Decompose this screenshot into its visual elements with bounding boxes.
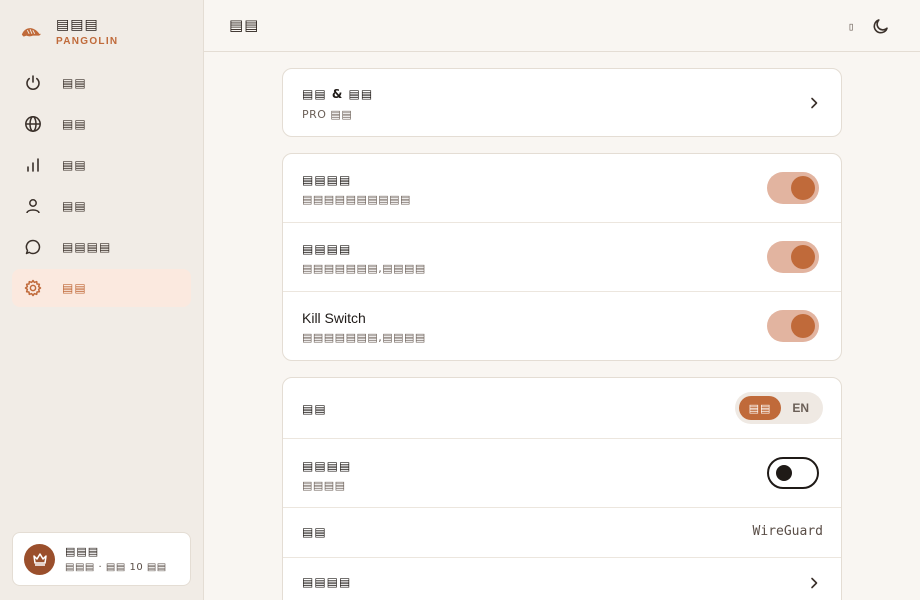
account-title: ▤▤ & ▤▤ (302, 87, 374, 101)
sidebar-item-account[interactable]: ▤▤ (12, 187, 191, 225)
language-option-en[interactable]: EN (792, 396, 809, 420)
sidebar-item-label: ▤▤▤▤ (62, 240, 112, 254)
toggle-knob (791, 176, 815, 200)
setting-subtitle: ▤▤▤▤ (302, 479, 346, 492)
sidebar-item-settings[interactable]: ▤▤ (12, 269, 191, 307)
toggle-knob (791, 314, 815, 338)
sidebar-item-label: ▤▤ (62, 281, 87, 295)
setting-row-language: ▤▤ ▤▤ EN (283, 378, 841, 439)
setting-subtitle: ▤▤▤▤▤▤▤,▤▤▤▤ (302, 262, 426, 275)
sidebar-item-label: ▤▤ (62, 76, 87, 90)
auto-connect-toggle[interactable] (767, 172, 819, 204)
sidebar-item-label: ▤▤ (62, 199, 87, 213)
account-row[interactable]: ▤▤ & ▤▤ PRO ▤▤ (283, 69, 841, 136)
setting-subtitle: ▤▤▤▤▤▤▤▤▤▤ (302, 193, 411, 206)
setting-title: ▤▤ (302, 525, 327, 539)
crown-icon (32, 553, 47, 566)
power-icon (24, 74, 42, 92)
page-title: ▤▤ (229, 16, 260, 34)
avatar (24, 543, 55, 575)
setting-row-more[interactable]: ▤▤▤▤ (283, 558, 841, 600)
sidebar-item-servers[interactable]: ▤▤ (12, 105, 191, 143)
setting-title: ▤▤ (302, 402, 327, 416)
setting-row-protocol[interactable]: ▤▤ WireGuard (283, 508, 841, 558)
setting-title: ▤▤▤▤ (302, 173, 352, 187)
user-plan: ▤▤▤ · ▤▤ 10 ▤▤ (65, 561, 167, 573)
setting-row-split-tunnel: ▤▤▤▤ ▤▤▤▤▤▤▤,▤▤▤▤ (283, 223, 841, 292)
sidebar-item-label: ▤▤ (62, 158, 87, 172)
connection-card: ▤▤▤▤ ▤▤▤▤▤▤▤▤▤▤ ▤▤▤▤ ▤▤▤▤▤▤▤,▤▤▤▤ Kill S… (282, 153, 842, 361)
chevron-right-icon (807, 96, 821, 110)
chevron-right-icon (807, 576, 821, 590)
brand-name: ▤▤▤ (56, 17, 99, 33)
sidebar-item-connect[interactable]: ▤▤ (12, 64, 191, 102)
setting-row-auto-connect: ▤▤▤▤ ▤▤▤▤▤▤▤▤▤▤ (283, 154, 841, 223)
top-header: ▤▤ ▯ (204, 0, 920, 52)
user-name: ▤▤▤ (65, 544, 100, 558)
toggle-knob (776, 465, 792, 481)
general-card: ▤▤ ▤▤ EN ▤▤▤▤ ▤▤▤▤ ▤▤ WireGuard ▤▤▤▤ (282, 377, 842, 600)
pangolin-logo-icon (20, 21, 42, 43)
account-subtitle: PRO ▤▤ (302, 108, 353, 121)
status-glyph[interactable]: ▯ (844, 17, 858, 35)
setting-title: Kill Switch (302, 310, 366, 326)
protocol-value: WireGuard (752, 524, 823, 539)
setting-row-kill-switch: Kill Switch ▤▤▤▤▤▤▤,▤▤▤▤ (283, 292, 841, 360)
brand-subtitle: PANGOLIN (56, 36, 119, 47)
sidebar-item-stats[interactable]: ▤▤ (12, 146, 191, 184)
globe-icon (24, 115, 42, 133)
user-card[interactable]: ▤▤▤ ▤▤▤ · ▤▤ 10 ▤▤ (12, 532, 191, 586)
setting-title: ▤▤▤▤ (302, 242, 352, 256)
setting-subtitle: ▤▤▤▤▤▤▤,▤▤▤▤ (302, 331, 426, 344)
user-icon (24, 197, 42, 215)
bar-chart-icon (24, 156, 42, 174)
brand[interactable]: ▤▤▤ PANGOLIN (20, 14, 118, 50)
kill-switch-toggle[interactable] (767, 310, 819, 342)
language-option-zh[interactable]: ▤▤ (739, 396, 781, 420)
toggle-knob (791, 245, 815, 269)
setting-title: ▤▤▤▤ (302, 575, 352, 589)
split-tunnel-toggle[interactable] (767, 241, 819, 273)
sidebar-item-label: ▤▤ (62, 117, 87, 131)
dark-mode-toggle[interactable] (767, 457, 819, 489)
moon-icon[interactable] (871, 16, 891, 36)
sidebar-nav: ▤▤ ▤▤ ▤▤ ▤▤ ▤▤▤▤ ▤▤ (12, 64, 191, 310)
language-segmented-control: ▤▤ EN (735, 392, 823, 424)
setting-title: ▤▤▤▤ (302, 459, 352, 473)
chat-icon (24, 238, 42, 256)
gear-icon (24, 279, 42, 297)
sidebar-item-support[interactable]: ▤▤▤▤ (12, 228, 191, 266)
setting-row-dark-mode: ▤▤▤▤ ▤▤▤▤ (283, 439, 841, 508)
account-card[interactable]: ▤▤ & ▤▤ PRO ▤▤ (282, 68, 842, 137)
sidebar: ▤▤▤ PANGOLIN ▤▤ ▤▤ ▤▤ ▤▤ ▤▤▤▤ ▤▤ ▤▤▤ ▤▤▤… (0, 0, 204, 600)
